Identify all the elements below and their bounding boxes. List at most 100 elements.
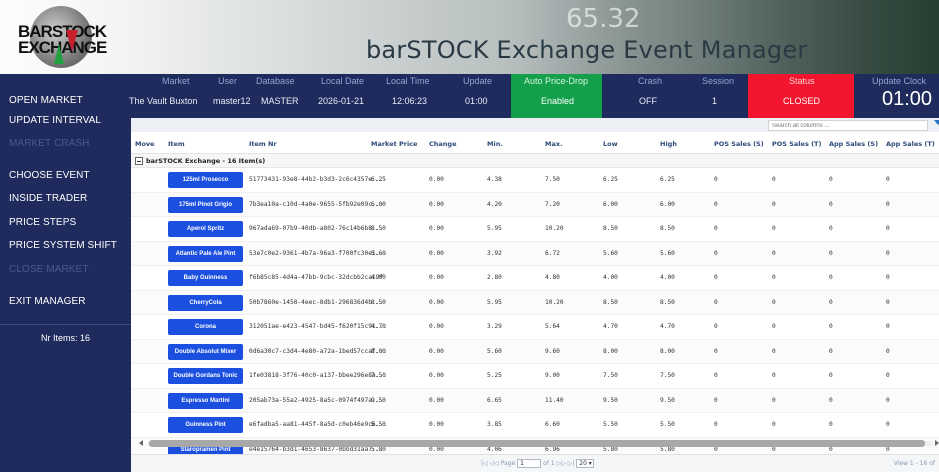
table-row[interactable]: Corona 312051ae-e423-4547-bd45-f620f15c91… bbox=[131, 315, 939, 340]
cell-change: 0.00 bbox=[429, 200, 444, 208]
auto-price-drop-label: Auto Price-Drop bbox=[524, 76, 589, 86]
col-change[interactable]: Change bbox=[429, 140, 456, 148]
group-label: barSTOCK Exchange - 16 Item(s) bbox=[146, 157, 266, 165]
cell-pos-t: 0 bbox=[772, 298, 776, 306]
cell-app-s: 0 bbox=[829, 323, 833, 330]
update-value: 01:00 bbox=[465, 96, 488, 106]
col-max[interactable]: Max. bbox=[545, 140, 563, 148]
col-low[interactable]: Low bbox=[603, 140, 618, 148]
item-button[interactable]: 125ml Prosecco bbox=[168, 172, 243, 188]
cell-pos-s: 0 bbox=[714, 421, 718, 428]
session-value: 1 bbox=[712, 96, 718, 106]
cell-high: 4.70 bbox=[660, 323, 675, 330]
item-button[interactable]: Double Gordans Tonic bbox=[168, 368, 243, 384]
market-value: The Vault Buxton bbox=[129, 96, 198, 106]
col-market-price[interactable]: Market Price bbox=[371, 140, 417, 148]
sidebar-item-exit-manager[interactable]: EXIT MANAGER bbox=[9, 296, 86, 307]
sidebar-item-inside-trader[interactable]: INSIDE TRADER bbox=[9, 193, 87, 204]
cell-min: 3.92 bbox=[487, 249, 502, 257]
col-item[interactable]: Item bbox=[168, 140, 185, 148]
sidebar-item-market-crash[interactable]: MARKET CRASH bbox=[9, 138, 89, 149]
col-app-sales-t[interactable]: App Sales (T) bbox=[886, 140, 935, 148]
scroll-left-icon[interactable] bbox=[139, 440, 143, 446]
cell-market-price: 4.70 bbox=[371, 323, 386, 330]
cell-app-s: 0 bbox=[829, 225, 833, 232]
table-row[interactable]: Atlantic Pale Ale Pint 53e7c0e2-9361-4b7a… bbox=[131, 241, 939, 266]
item-button[interactable]: Corona bbox=[168, 319, 243, 335]
filter-icon[interactable] bbox=[934, 120, 939, 125]
col-pos-sales-s[interactable]: POS Sales (S) bbox=[714, 140, 764, 148]
table-row[interactable]: Baby Guinness f6b85c85-4d4a-47bb-9cbc-32d… bbox=[131, 266, 939, 291]
cell-app-t: 0 bbox=[886, 421, 890, 428]
last-page-icon[interactable]: ▷| bbox=[568, 460, 575, 467]
table-row[interactable]: Espresso Martini 205ab73a-55a2-4925-8a5c-… bbox=[131, 388, 939, 413]
cell-pos-s: 0 bbox=[714, 176, 718, 183]
cell-app-s: 0 bbox=[829, 249, 833, 257]
scroll-right-icon[interactable] bbox=[935, 440, 939, 446]
cell-app-t: 0 bbox=[886, 274, 890, 281]
item-button[interactable]: Guinness Pint bbox=[168, 417, 243, 433]
item-button[interactable]: 175ml Pinot Grigio bbox=[168, 196, 243, 213]
cell-item-nr: f6b85c85-4d4a-47bb-9cbc-32dcbb2ca19f bbox=[249, 274, 384, 281]
sidebar-item-update-interval[interactable]: UPDATE INTERVAL bbox=[9, 115, 101, 126]
prev-page-icon[interactable]: ◁◁ bbox=[490, 460, 499, 467]
cell-market-price: 6.25 bbox=[371, 176, 386, 183]
horizontal-scrollbar[interactable] bbox=[139, 440, 939, 447]
col-min[interactable]: Min. bbox=[487, 140, 503, 148]
cell-pos-t: 0 bbox=[772, 249, 776, 257]
scroll-thumb[interactable] bbox=[149, 440, 925, 447]
item-button[interactable]: CherryCola bbox=[168, 294, 243, 311]
cell-low: 5.60 bbox=[603, 249, 618, 257]
sidebar-item-price-system-shift[interactable]: PRICE SYSTEM SHIFT bbox=[9, 240, 117, 251]
col-move[interactable]: Move bbox=[135, 140, 155, 148]
search-all-columns-input[interactable] bbox=[768, 120, 928, 131]
col-item-nr[interactable]: Item Nr bbox=[249, 140, 277, 148]
next-page-icon[interactable]: ▷▷ bbox=[557, 460, 566, 467]
col-pos-sales-t[interactable]: POS Sales (T) bbox=[772, 140, 821, 148]
page-of-label: of 1 bbox=[543, 460, 555, 467]
sidebar-item-price-steps[interactable]: PRICE STEPS bbox=[9, 217, 76, 228]
cell-high: 8.50 bbox=[660, 225, 675, 232]
cell-item-nr: 53e7c0e2-9361-4b7a-96a3-f700fc30e1... bbox=[249, 249, 387, 257]
cell-change: 0.00 bbox=[429, 176, 444, 183]
cell-min: 6.65 bbox=[487, 396, 502, 404]
sidebar-item-open-market[interactable]: OPEN MARKET bbox=[9, 95, 83, 106]
first-page-icon[interactable]: |◁ bbox=[481, 460, 488, 467]
cell-low: 4.00 bbox=[603, 274, 618, 281]
col-high[interactable]: High bbox=[660, 140, 677, 148]
item-button[interactable]: Espresso Martini bbox=[168, 392, 243, 409]
local-time-value: 12:06:23 bbox=[392, 96, 428, 106]
table-row[interactable]: Aperol Spritz 967ada69-07b9-40db-a802-76c… bbox=[131, 217, 939, 242]
col-app-sales-s[interactable]: App Sales (S) bbox=[829, 140, 878, 148]
table-row[interactable]: Double Gordans Tonic 1fe03818-3f76-40c0-a… bbox=[131, 364, 939, 389]
cell-pos-t: 0 bbox=[772, 396, 776, 404]
cell-high: 5.60 bbox=[660, 249, 675, 257]
database-label: Database bbox=[256, 76, 295, 86]
cell-pos-s: 0 bbox=[714, 298, 718, 306]
item-button[interactable]: Aperol Spritz bbox=[168, 221, 243, 237]
item-button[interactable]: Atlantic Pale Ale Pint bbox=[168, 245, 243, 262]
cell-change: 0.00 bbox=[429, 249, 444, 257]
table-row[interactable]: 175ml Pinot Grigio 7b3ea10a-c10d-4a0e-965… bbox=[131, 192, 939, 217]
table-row[interactable]: CherryCola 50b7860e-1450-4eec-8db1-296836… bbox=[131, 290, 939, 315]
table-row[interactable]: 125ml Prosecco 51773431-93e8-44b2-b3d3-2c… bbox=[131, 168, 939, 193]
page-size-select[interactable]: 20 ▾ bbox=[576, 459, 595, 468]
cell-high: 6.00 bbox=[660, 200, 675, 208]
table-row[interactable]: Double Absolut Mixer 0d6a30c7-c3d4-4e80-a… bbox=[131, 339, 939, 364]
cell-app-t: 0 bbox=[886, 372, 890, 379]
cell-market-price: 6.00 bbox=[371, 200, 386, 208]
collapse-group-icon[interactable] bbox=[135, 157, 143, 165]
session-label: Session bbox=[702, 76, 735, 86]
cell-min: 3.29 bbox=[487, 323, 502, 330]
sidebar-item-choose-event[interactable]: CHOOSE EVENT bbox=[9, 170, 90, 181]
barstock-logo: BARSTOCK EXCHANGE bbox=[14, 4, 114, 70]
item-button[interactable]: Double Absolut Mixer bbox=[168, 343, 243, 360]
cell-change: 0.00 bbox=[429, 225, 444, 232]
page-number-input[interactable]: 1 bbox=[517, 459, 542, 468]
table-row[interactable]: Guinness Pint e6fadba5-aa81-445f-8a5d-c0e… bbox=[131, 413, 939, 438]
cell-change: 0.00 bbox=[429, 396, 444, 404]
cell-max: 9.60 bbox=[545, 347, 560, 355]
cell-pos-s: 0 bbox=[714, 372, 718, 379]
item-button[interactable]: Baby Guinness bbox=[168, 270, 243, 286]
sidebar-item-close-market[interactable]: CLOSE MARKET bbox=[9, 264, 89, 275]
